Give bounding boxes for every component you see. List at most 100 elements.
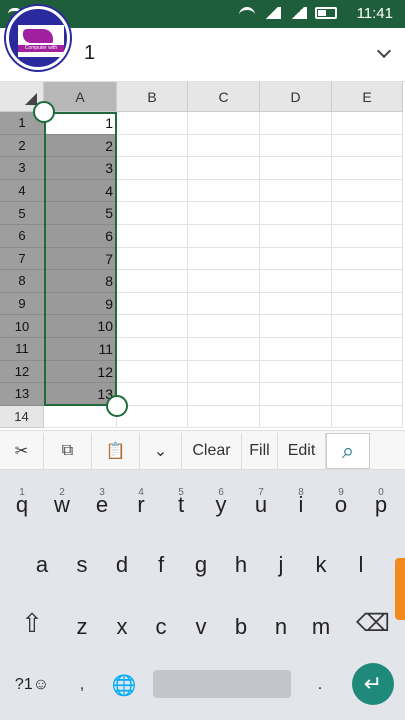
clear-button[interactable]: Clear [182, 433, 242, 469]
more-options-button[interactable]: ⌄ [140, 433, 182, 469]
cell-b8[interactable] [117, 270, 188, 293]
cell-d13[interactable] [260, 383, 332, 406]
cell-a9[interactable]: 9 [44, 292, 117, 316]
row-header-4[interactable]: 4 [0, 179, 44, 203]
row-header-11[interactable]: 11 [0, 338, 44, 361]
cell-e13[interactable] [332, 383, 403, 406]
paste-button[interactable]: 📋 [92, 433, 140, 469]
cell-a2[interactable]: 2 [44, 134, 117, 158]
cell-c5[interactable] [188, 202, 260, 225]
cell-c4[interactable] [188, 179, 260, 203]
key-z[interactable]: z [62, 604, 102, 650]
cell-b3[interactable] [117, 157, 188, 180]
cell-d9[interactable] [260, 292, 332, 316]
cell-b12[interactable] [117, 360, 188, 384]
key-r[interactable]: 4r [121, 482, 161, 528]
cell-b5[interactable] [117, 202, 188, 225]
cell-c1[interactable] [188, 112, 260, 135]
key-g[interactable]: g [181, 542, 221, 588]
cell-b10[interactable] [117, 315, 188, 338]
key-o[interactable]: 9o [321, 482, 361, 528]
cell-a11[interactable]: 11 [44, 338, 117, 361]
cell-d2[interactable] [260, 134, 332, 158]
cell-a8[interactable]: 8 [44, 270, 117, 293]
key-i[interactable]: 8i [281, 482, 321, 528]
cell-d4[interactable] [260, 179, 332, 203]
row-header-14[interactable]: 14 [0, 405, 44, 429]
cell-e5[interactable] [332, 202, 403, 225]
cell-d11[interactable] [260, 338, 332, 361]
cell-c11[interactable] [188, 338, 260, 361]
backspace-key[interactable]: ⌫ [345, 600, 401, 646]
cell-e4[interactable] [332, 179, 403, 203]
smart-lookup-button[interactable]: ⌕ [326, 433, 370, 469]
cell-c2[interactable] [188, 134, 260, 158]
cell-b9[interactable] [117, 292, 188, 316]
period-key[interactable]: . [300, 662, 340, 708]
column-header-e[interactable]: E [332, 82, 403, 112]
cell-e9[interactable] [332, 292, 403, 316]
copy-button[interactable]: ⧉ [44, 433, 92, 469]
row-header-10[interactable]: 10 [0, 315, 44, 338]
cell-d8[interactable] [260, 270, 332, 293]
cell-a4[interactable]: 4 [44, 179, 117, 203]
cell-c14[interactable] [188, 405, 260, 429]
cell-e3[interactable] [332, 157, 403, 180]
cell-e11[interactable] [332, 338, 403, 361]
spreadsheet-grid[interactable]: A B C D E 1 1 2 2 3 3 4 4 5 5 6 6 7 7 8 8 9 9 10 10 11 11 12 12 13 13 1… [0, 82, 405, 430]
cell-d14[interactable] [260, 405, 332, 429]
cell-b6[interactable] [117, 225, 188, 248]
space-key[interactable] [153, 670, 291, 698]
cell-b1[interactable] [117, 112, 188, 135]
row-header-6[interactable]: 6 [0, 225, 44, 248]
cell-c10[interactable] [188, 315, 260, 338]
key-v[interactable]: v [181, 604, 221, 650]
cell-a12[interactable]: 12 [44, 360, 117, 384]
key-n[interactable]: n [261, 604, 301, 650]
key-q[interactable]: 1q [2, 482, 42, 528]
key-s[interactable]: s [62, 542, 102, 588]
key-e[interactable]: 3e [82, 482, 122, 528]
column-header-c[interactable]: C [188, 82, 260, 112]
cell-d7[interactable] [260, 247, 332, 271]
key-b[interactable]: b [221, 604, 261, 650]
row-header-2[interactable]: 2 [0, 134, 44, 158]
cell-e8[interactable] [332, 270, 403, 293]
cell-d12[interactable] [260, 360, 332, 384]
cell-d1[interactable] [260, 112, 332, 135]
enter-key[interactable]: ↵ [352, 663, 394, 705]
key-y[interactable]: 6y [201, 482, 241, 528]
cell-d10[interactable] [260, 315, 332, 338]
cell-d3[interactable] [260, 157, 332, 180]
row-header-9[interactable]: 9 [0, 292, 44, 316]
cell-b2[interactable] [117, 134, 188, 158]
cell-c6[interactable] [188, 225, 260, 248]
row-header-8[interactable]: 8 [0, 270, 44, 293]
cell-b4[interactable] [117, 179, 188, 203]
key-p[interactable]: 0p [361, 482, 401, 528]
edge-panel-handle[interactable] [395, 558, 405, 620]
row-header-5[interactable]: 5 [0, 202, 44, 225]
row-header-3[interactable]: 3 [0, 157, 44, 180]
key-m[interactable]: m [301, 604, 341, 650]
key-h[interactable]: h [221, 542, 261, 588]
row-header-7[interactable]: 7 [0, 247, 44, 271]
selection-handle-bottom[interactable] [106, 395, 128, 417]
column-header-b[interactable]: B [117, 82, 188, 112]
cell-c9[interactable] [188, 292, 260, 316]
cell-e12[interactable] [332, 360, 403, 384]
cell-a10[interactable]: 10 [44, 315, 117, 338]
cell-a6[interactable]: 6 [44, 225, 117, 248]
cell-b14[interactable] [117, 405, 188, 429]
key-t[interactable]: 5t [161, 482, 201, 528]
row-header-13[interactable]: 13 [0, 383, 44, 406]
cell-c8[interactable] [188, 270, 260, 293]
cell-e10[interactable] [332, 315, 403, 338]
key-c[interactable]: c [141, 604, 181, 650]
cell-c3[interactable] [188, 157, 260, 180]
shift-key[interactable]: ⇧ [4, 600, 60, 646]
symbols-key[interactable]: ?1☺ [4, 662, 60, 708]
cell-c13[interactable] [188, 383, 260, 406]
edit-button[interactable]: Edit [278, 433, 326, 469]
cell-a1[interactable]: 1 [44, 112, 117, 135]
